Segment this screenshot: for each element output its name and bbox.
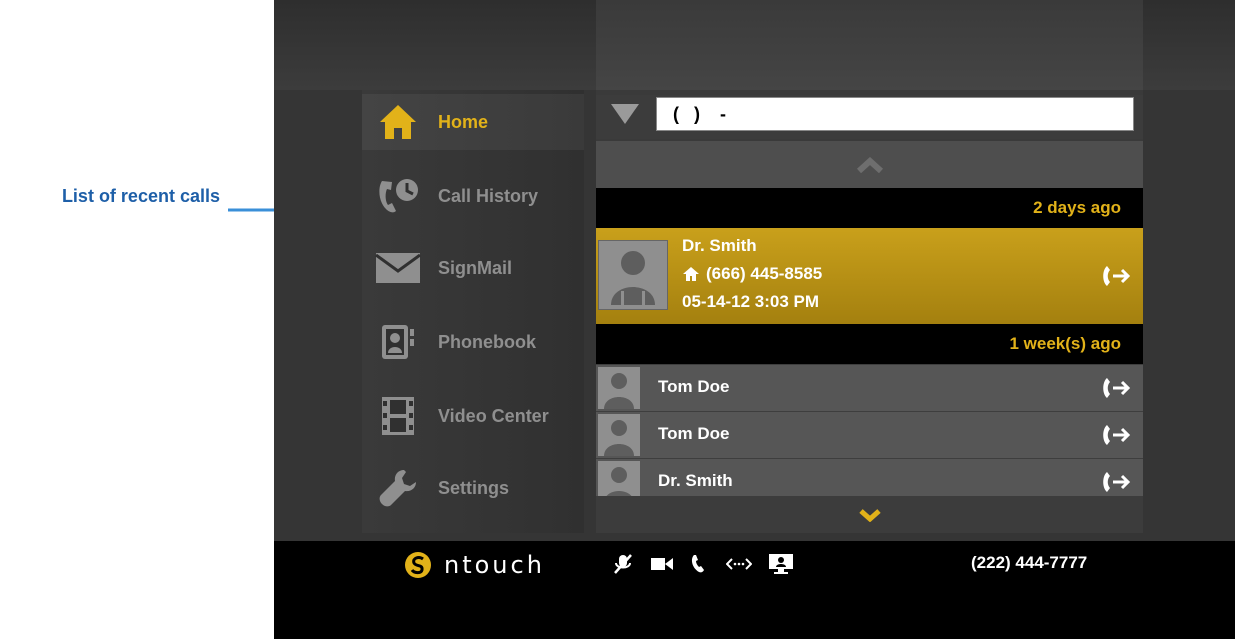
group-header: 1 week(s) ago [596,324,1143,364]
sidebar-item-home[interactable]: Home [362,94,584,150]
status-bar: ntouch (222) 444-7777 [274,541,1235,639]
contact-name: Tom Doe [658,377,730,396]
wrench-icon [374,468,422,508]
main-panel: 2 days ago Dr. Smith (666) 445-8585 05-1… [596,0,1143,533]
contact-phone-row: (666) 445-8585 [682,264,822,284]
home-icon [374,102,422,142]
sidebar-item-label: Home [438,111,489,132]
ntouch-screen: Home Call History SignMail Phonebook Vid… [274,0,1235,639]
dial-row [596,95,1143,139]
sidebar-item-video-center[interactable]: Video Center [362,388,584,444]
outgoing-call-icon[interactable] [1101,376,1131,400]
phone-icon[interactable] [690,554,710,574]
call-row[interactable]: Tom Doe [596,364,1143,411]
transfer-icon[interactable] [726,556,752,572]
call-row[interactable]: Dr. Smith [596,458,1143,497]
phonebook-icon [374,322,422,362]
sorenson-logo-icon [405,552,431,578]
dialpad-toggle-icon[interactable] [610,102,640,131]
call-row[interactable]: Tom Doe [596,411,1143,458]
avatar [598,461,640,497]
main-top-area [596,0,1143,90]
ntouch-logo: ntouch [404,551,545,579]
sidebar-item-label: Phonebook [438,331,536,352]
outgoing-call-icon[interactable] [1101,264,1131,288]
outgoing-call-icon[interactable] [1101,470,1131,494]
brand-name: ntouch [444,551,545,579]
avatar [598,367,640,409]
callout-label: List of recent calls [61,186,220,206]
film-icon [374,396,422,436]
contact-name: Tom Doe [658,424,730,443]
video-camera-icon[interactable] [650,555,674,573]
chevron-up-icon [856,156,883,173]
sidebar-item-label: Call History [438,185,539,206]
sidebar-item-label: SignMail [438,257,513,278]
sidebar: Home Call History SignMail Phonebook Vid… [362,90,584,533]
group-header: 2 days ago [596,188,1143,228]
sidebar-item-phonebook[interactable]: Phonebook [362,314,584,370]
avatar [598,414,640,456]
sidebar-item-label: Settings [438,477,510,498]
status-icons [612,553,794,575]
phone-number-input[interactable] [656,97,1134,131]
chevron-down-icon [858,508,881,522]
screen-share-icon[interactable] [768,553,794,575]
scroll-up-button[interactable] [596,141,1143,188]
microphone-muted-icon[interactable] [612,553,634,575]
contact-phone: (666) 445-8585 [706,264,823,283]
avatar [598,240,668,310]
sidebar-item-settings[interactable]: Settings [362,460,584,516]
sidebar-item-signmail[interactable]: SignMail [362,240,584,296]
contact-name: Dr. Smith [658,471,733,490]
home-icon [683,267,699,281]
own-phone-number: (222) 444-7777 [971,553,1088,572]
call-datetime: 05-14-12 3:03 PM [682,292,820,311]
scroll-down-button[interactable] [596,496,1143,533]
contact-name: Dr. Smith [682,236,757,255]
sidebar-item-label: Video Center [438,405,549,426]
envelope-icon [374,248,422,288]
call-history-icon [374,176,422,216]
sidebar-item-call-history[interactable]: Call History [362,168,584,224]
outgoing-call-icon[interactable] [1101,423,1131,447]
call-row-selected[interactable]: Dr. Smith (666) 445-8585 05-14-12 3:03 P… [596,228,1143,324]
